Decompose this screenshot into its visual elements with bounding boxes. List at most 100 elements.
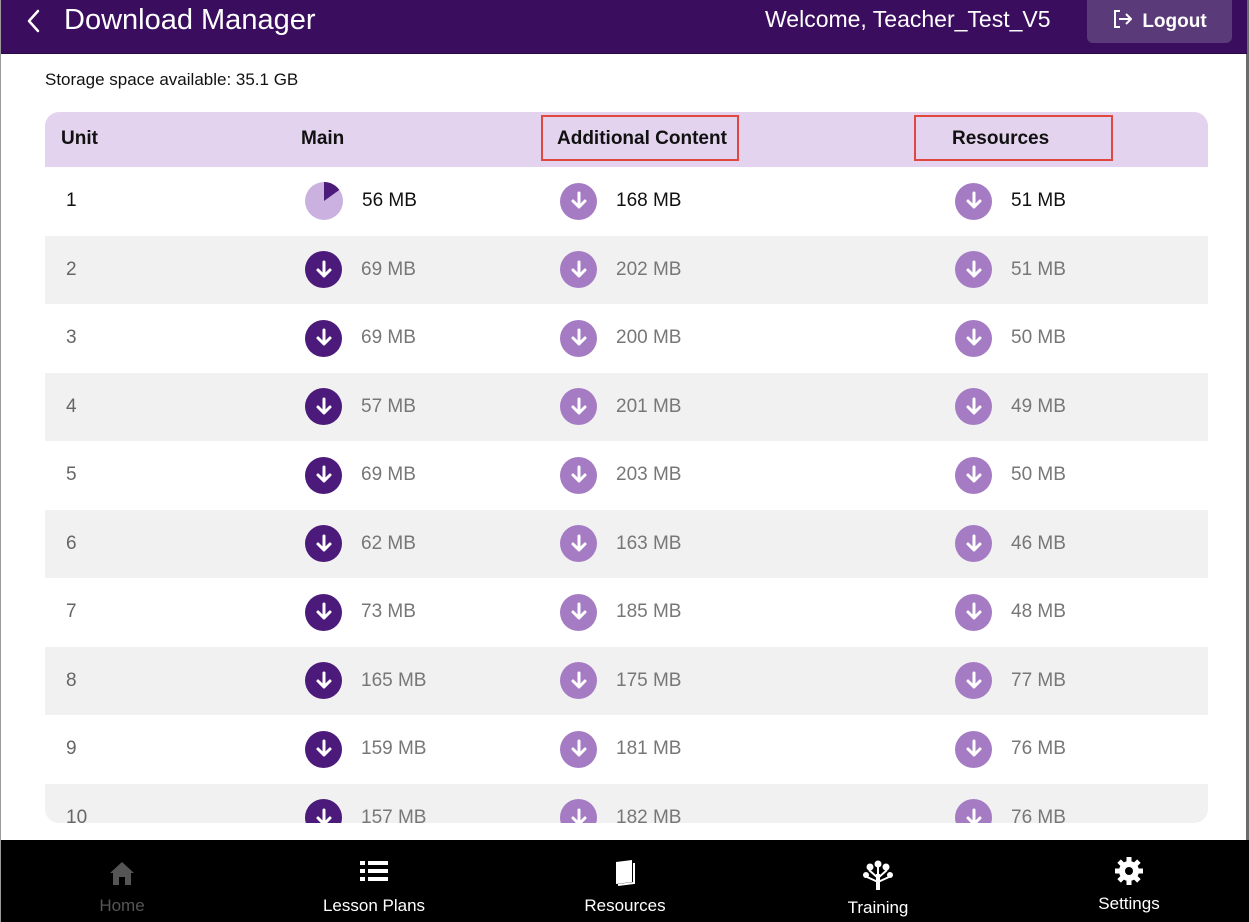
resources-cell: 76 MB (955, 730, 1066, 768)
download-resources-button[interactable] (955, 799, 992, 823)
nav-item-training[interactable]: Training (778, 840, 978, 922)
resources-size: 49 MB (1011, 395, 1066, 417)
download-arrow-icon (570, 397, 588, 417)
download-main-button[interactable] (305, 593, 342, 631)
back-icon[interactable] (23, 7, 47, 35)
download-additional-content-button[interactable] (560, 525, 597, 562)
column-header-main: Main (301, 128, 345, 149)
download-arrow-icon (965, 260, 983, 280)
additional-content-size: 163 MB (616, 532, 682, 554)
download-main-button[interactable] (305, 662, 342, 699)
main-cell: 165 MB (305, 662, 426, 700)
download-additional-content-button[interactable] (560, 593, 597, 631)
download-additional-content-button[interactable] (560, 730, 597, 768)
download-main-button[interactable] (305, 319, 342, 357)
nav-item-lesson-plans[interactable]: Lesson Plans (274, 840, 474, 922)
download-arrow-icon (965, 328, 983, 348)
home-icon (107, 858, 137, 893)
nav-label-training: Training (847, 898, 909, 917)
additional-content-cell: 175 MB (560, 662, 681, 700)
download-resources-button[interactable] (955, 251, 992, 288)
unit-number: 1 (66, 190, 77, 211)
download-progress-icon[interactable] (305, 182, 343, 220)
resources-cell: 51 MB (955, 182, 1066, 220)
additional-content-size: 200 MB (616, 327, 682, 348)
download-resources-button[interactable] (955, 593, 992, 631)
download-arrow-icon (570, 191, 588, 211)
resources-cell: 77 MB (955, 662, 1066, 700)
download-arrow-icon (965, 465, 983, 485)
download-arrow-icon (965, 191, 983, 211)
download-additional-content-button[interactable] (560, 319, 597, 357)
page-title: Download Manager (64, 4, 316, 36)
download-resources-button[interactable] (955, 662, 992, 699)
additional-content-cell: 200 MB (560, 319, 681, 357)
download-resources-button[interactable] (955, 319, 992, 357)
nav-item-home[interactable]: Home (22, 840, 222, 922)
logout-button[interactable]: Logout (1087, 0, 1232, 43)
resources-cell: 51 MB (955, 251, 1066, 289)
download-additional-content-button[interactable] (560, 182, 597, 220)
table-row: 9 159 MB 181 MB 76 MB (45, 715, 1208, 783)
additional-content-cell: 181 MB (560, 730, 681, 768)
logout-icon (1112, 9, 1134, 34)
resources-cell: 49 MB (955, 388, 1066, 426)
main-cell: 69 MB (305, 456, 416, 494)
main-size: 159 MB (361, 738, 427, 759)
download-additional-content-button[interactable] (560, 799, 597, 823)
download-arrow-icon (965, 671, 983, 691)
nav-label-settings: Settings (1098, 894, 1160, 913)
download-main-button[interactable] (305, 456, 342, 494)
download-resources-button[interactable] (955, 525, 992, 562)
nav-label-lesson-plans: Lesson Plans (322, 896, 426, 915)
download-arrow-icon (315, 602, 333, 622)
download-arrow-icon (315, 397, 333, 417)
download-arrow-icon (570, 739, 588, 759)
table-row: 10 157 MB 182 MB 76 MB (45, 783, 1208, 824)
main-size: 73 MB (361, 601, 416, 622)
download-additional-content-button[interactable] (560, 251, 597, 288)
download-resources-button[interactable] (955, 730, 992, 768)
additional-content-size: 201 MB (616, 395, 682, 417)
download-main-button[interactable] (305, 799, 342, 823)
nav-label-resources: Resources (584, 896, 666, 915)
additional-content-cell: 202 MB (560, 251, 681, 289)
app-header: Download Manager Welcome, Teacher_Test_V… (1, 0, 1247, 54)
resources-cell: 50 MB (955, 319, 1066, 357)
unit-number: 6 (66, 532, 77, 554)
download-resources-button[interactable] (955, 388, 992, 425)
unit-number: 10 (66, 806, 88, 824)
resources-size: 77 MB (1011, 669, 1066, 691)
resources-cell: 48 MB (955, 593, 1066, 631)
download-arrow-icon (315, 739, 333, 759)
download-resources-button[interactable] (955, 182, 992, 220)
download-main-button[interactable] (305, 730, 342, 768)
additional-content-size: 168 MB (616, 190, 682, 211)
download-main-button[interactable] (305, 388, 342, 425)
additional-content-size: 175 MB (616, 669, 682, 691)
unit-number: 7 (66, 601, 77, 622)
download-additional-content-button[interactable] (560, 388, 597, 425)
download-resources-button[interactable] (955, 456, 992, 494)
unit-number: 4 (66, 395, 77, 417)
column-header-unit: Unit (61, 128, 98, 149)
bottom-nav: Home Lesson Plans Resources Training Set… (1, 840, 1249, 922)
download-additional-content-button[interactable] (560, 456, 597, 494)
resources-cell: 76 MB (955, 799, 1066, 823)
download-arrow-icon (965, 808, 983, 823)
resources-size: 50 MB (1011, 464, 1066, 485)
table-header: Unit Main Additional Content Resources (45, 112, 1208, 167)
nav-item-settings[interactable]: Settings (1029, 840, 1229, 922)
download-main-button[interactable] (305, 251, 342, 288)
main-size: 69 MB (361, 327, 416, 348)
main-cell: 62 MB (305, 525, 416, 563)
additional-content-size: 182 MB (616, 806, 682, 824)
download-arrow-icon (570, 328, 588, 348)
nav-item-resources[interactable]: Resources (525, 840, 725, 922)
download-main-button[interactable] (305, 525, 342, 562)
resources-size: 50 MB (1011, 327, 1066, 348)
download-additional-content-button[interactable] (560, 662, 597, 699)
additional-content-cell: 168 MB (560, 182, 681, 220)
unit-number: 2 (66, 258, 77, 280)
additional-content-cell: 163 MB (560, 525, 681, 563)
